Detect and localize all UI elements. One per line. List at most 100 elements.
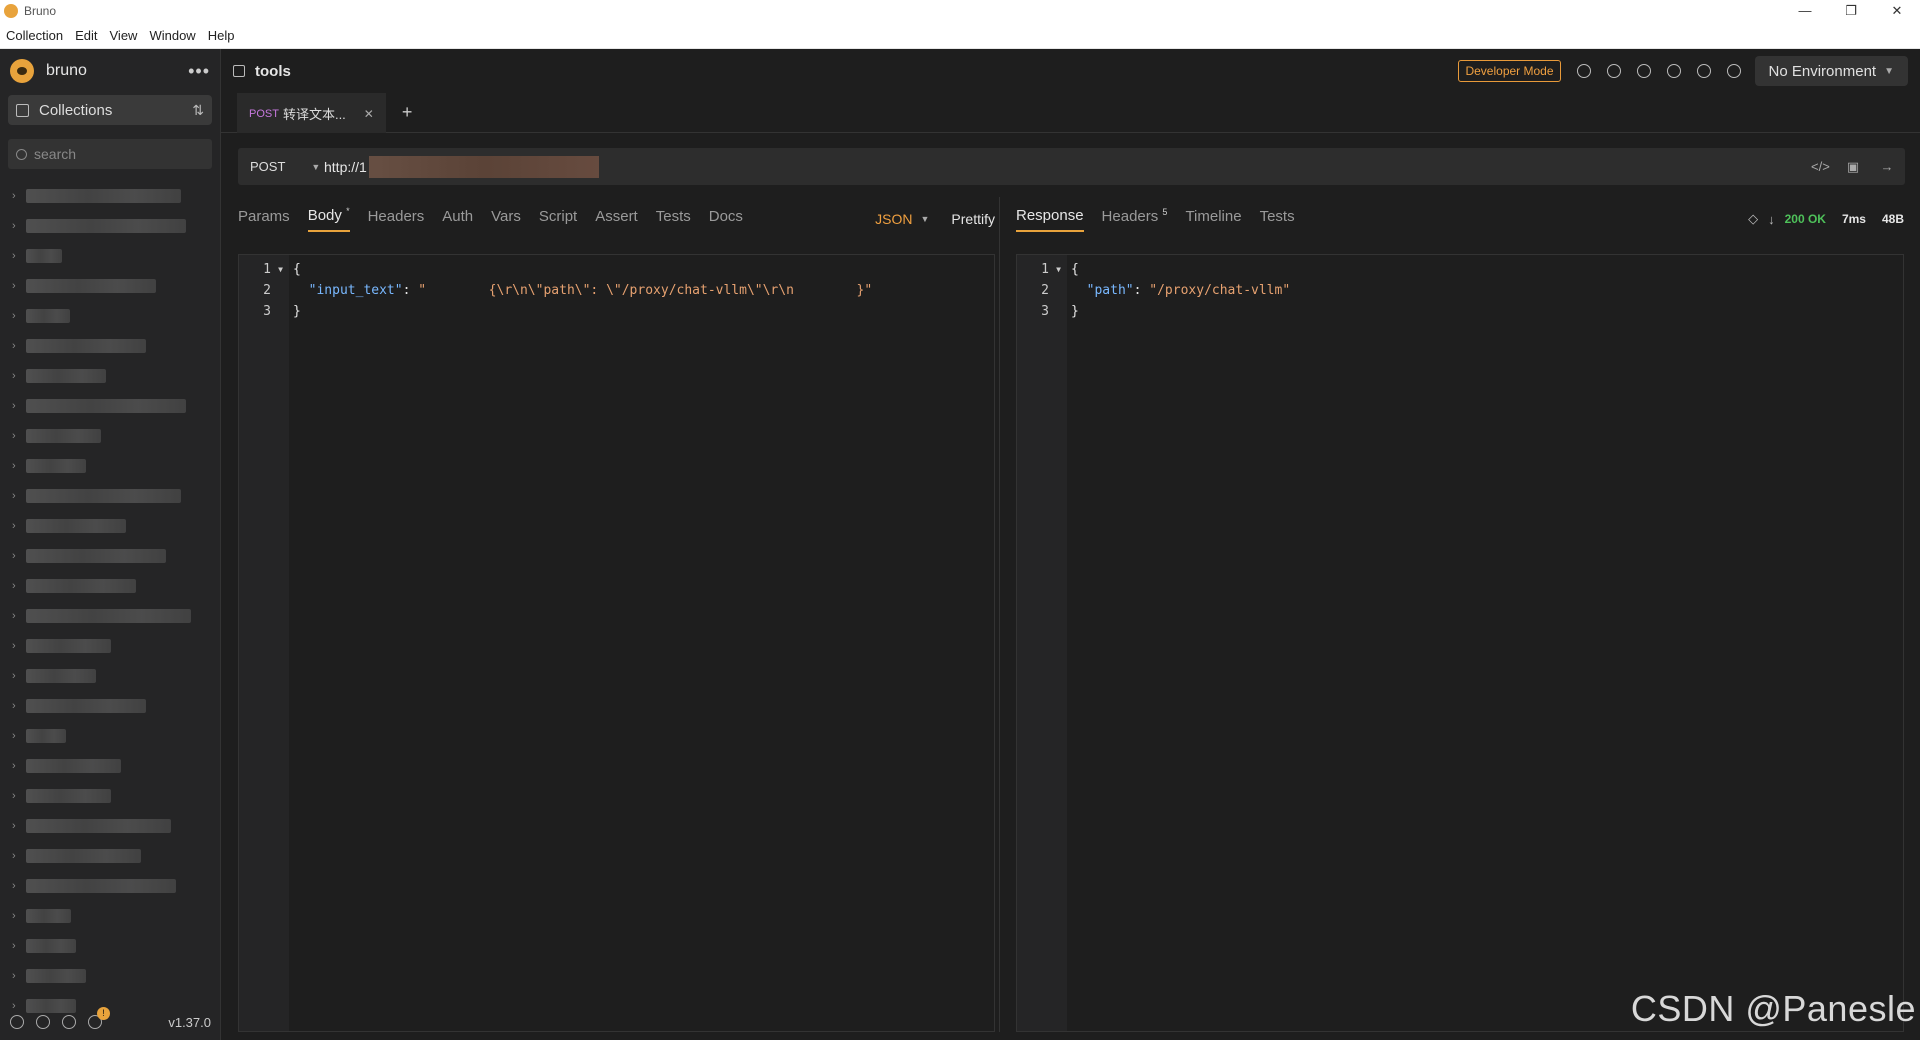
collection-item[interactable]: ›: [0, 961, 220, 991]
collection-item[interactable]: ›: [0, 331, 220, 361]
restore-button[interactable]: ❐: [1828, 3, 1874, 19]
chevron-right-icon[interactable]: ›: [12, 700, 26, 712]
history-icon[interactable]: [1606, 64, 1621, 78]
chevron-right-icon[interactable]: ›: [12, 280, 26, 292]
menu-window[interactable]: Window: [149, 28, 195, 43]
cookie-icon[interactable]: [62, 1015, 76, 1029]
tab-assert[interactable]: Assert: [595, 208, 638, 231]
tab-headers[interactable]: Headers: [368, 208, 425, 231]
chevron-right-icon[interactable]: ›: [12, 370, 26, 382]
collection-item[interactable]: ›: [0, 301, 220, 331]
fold-icon[interactable]: ▼: [1056, 259, 1061, 280]
collection-item[interactable]: ›: [0, 871, 220, 901]
chevron-right-icon[interactable]: ›: [12, 790, 26, 802]
url-input[interactable]: http://1: [324, 159, 367, 175]
response-body-viewer[interactable]: 1 ▼ { 2 "path": "/proxy/chat-vllm" 3 }: [1016, 254, 1904, 1032]
sort-icon[interactable]: ⇅: [192, 102, 204, 119]
send-icon[interactable]: →: [1879, 159, 1895, 174]
fold-icon[interactable]: ▼: [278, 259, 283, 280]
collection-item[interactable]: ›: [0, 421, 220, 451]
chevron-right-icon[interactable]: ›: [12, 610, 26, 622]
chevron-right-icon[interactable]: ›: [12, 310, 26, 322]
chevron-right-icon[interactable]: ›: [12, 520, 26, 532]
menu-collection[interactable]: Collection: [6, 28, 63, 43]
download-icon[interactable]: ↓: [1768, 212, 1775, 227]
collection-item[interactable]: ›: [0, 751, 220, 781]
chevron-right-icon[interactable]: ›: [12, 910, 26, 922]
chevron-right-icon[interactable]: ›: [12, 940, 26, 952]
search-input[interactable]: search: [34, 146, 76, 162]
code-icon[interactable]: </>: [1811, 159, 1830, 174]
chevron-right-icon[interactable]: ›: [12, 880, 26, 892]
collection-item[interactable]: ›: [0, 811, 220, 841]
collection-item[interactable]: ›: [0, 661, 220, 691]
collection-item[interactable]: ›: [0, 241, 220, 271]
collection-item[interactable]: ›: [0, 931, 220, 961]
chevron-right-icon[interactable]: ›: [12, 550, 26, 562]
tab-script[interactable]: Script: [539, 208, 577, 231]
collection-item[interactable]: ›: [0, 841, 220, 871]
request-body-editor[interactable]: 1 ▼ { 2 "input_text": " {\r\n\"path\": \"…: [238, 254, 995, 1032]
chevron-right-icon[interactable]: ›: [12, 190, 26, 202]
chevron-right-icon[interactable]: ›: [12, 670, 26, 682]
collection-item[interactable]: ›: [0, 601, 220, 631]
tab-auth[interactable]: Auth: [442, 208, 473, 231]
more-options-button[interactable]: •••: [188, 61, 210, 82]
collection-item[interactable]: ›: [0, 481, 220, 511]
developer-mode-badge[interactable]: Developer Mode: [1458, 60, 1561, 82]
save-icon[interactable]: ▣: [1845, 159, 1861, 174]
eraser-icon[interactable]: ◇: [1748, 211, 1758, 227]
tab-response[interactable]: Response: [1016, 207, 1084, 232]
collection-item[interactable]: ›: [0, 901, 220, 931]
pane-divider[interactable]: [999, 197, 1000, 1032]
close-window-button[interactable]: ✕: [1874, 3, 1920, 19]
tab-tests[interactable]: Tests: [656, 208, 691, 231]
collection-item[interactable]: ›: [0, 181, 220, 211]
request-tab[interactable]: POST 转译文本... ✕: [237, 92, 386, 133]
collections-button[interactable]: Collections ⇅: [8, 95, 212, 125]
chevron-right-icon[interactable]: ›: [12, 580, 26, 592]
collection-item[interactable]: ›: [0, 271, 220, 301]
tab-response-headers[interactable]: Headers 5: [1102, 207, 1168, 231]
collection-item[interactable]: ›: [0, 571, 220, 601]
collection-item[interactable]: ›: [0, 211, 220, 241]
settings-icon[interactable]: [10, 1015, 24, 1029]
minimize-button[interactable]: —: [1782, 3, 1828, 19]
chevron-right-icon[interactable]: ›: [12, 730, 26, 742]
menu-edit[interactable]: Edit: [75, 28, 97, 43]
chevron-right-icon[interactable]: ›: [12, 250, 26, 262]
tab-docs[interactable]: Docs: [709, 208, 743, 231]
search-box[interactable]: search: [8, 139, 212, 169]
menu-help[interactable]: Help: [208, 28, 235, 43]
chevron-right-icon[interactable]: ›: [12, 220, 26, 232]
collection-item[interactable]: ›: [0, 691, 220, 721]
collection-item[interactable]: ›: [0, 631, 220, 661]
notifications-icon[interactable]: !: [88, 1007, 110, 1029]
chevron-right-icon[interactable]: ›: [12, 490, 26, 502]
bruno-icon[interactable]: [1576, 64, 1591, 78]
collection-item[interactable]: ›: [0, 721, 220, 751]
chevron-right-icon[interactable]: ›: [12, 640, 26, 652]
chevron-right-icon[interactable]: ›: [12, 430, 26, 442]
prettify-button[interactable]: Prettify: [951, 211, 995, 227]
collection-item[interactable]: ›: [0, 511, 220, 541]
chevron-right-icon[interactable]: ›: [12, 400, 26, 412]
tab-params[interactable]: Params: [238, 208, 290, 231]
close-tab-icon[interactable]: ✕: [364, 107, 374, 121]
globe-icon[interactable]: [1726, 64, 1741, 78]
environment-select[interactable]: No Environment ▼: [1754, 56, 1908, 86]
chevron-right-icon[interactable]: ›: [12, 460, 26, 472]
tab-response-tests[interactable]: Tests: [1260, 208, 1295, 231]
runner-icon[interactable]: [1636, 64, 1651, 78]
tab-timeline[interactable]: Timeline: [1185, 208, 1241, 231]
collection-item[interactable]: ›: [0, 541, 220, 571]
method-select[interactable]: POST ▼: [238, 159, 324, 174]
collection-item[interactable]: ›: [0, 391, 220, 421]
tab-body[interactable]: Body *: [307, 206, 350, 232]
chevron-right-icon[interactable]: ›: [12, 850, 26, 862]
add-tab-button[interactable]: +: [402, 102, 413, 123]
collection-item[interactable]: ›: [0, 781, 220, 811]
gear-icon[interactable]: [1696, 64, 1711, 78]
menu-view[interactable]: View: [110, 28, 138, 43]
chevron-right-icon[interactable]: ›: [12, 340, 26, 352]
